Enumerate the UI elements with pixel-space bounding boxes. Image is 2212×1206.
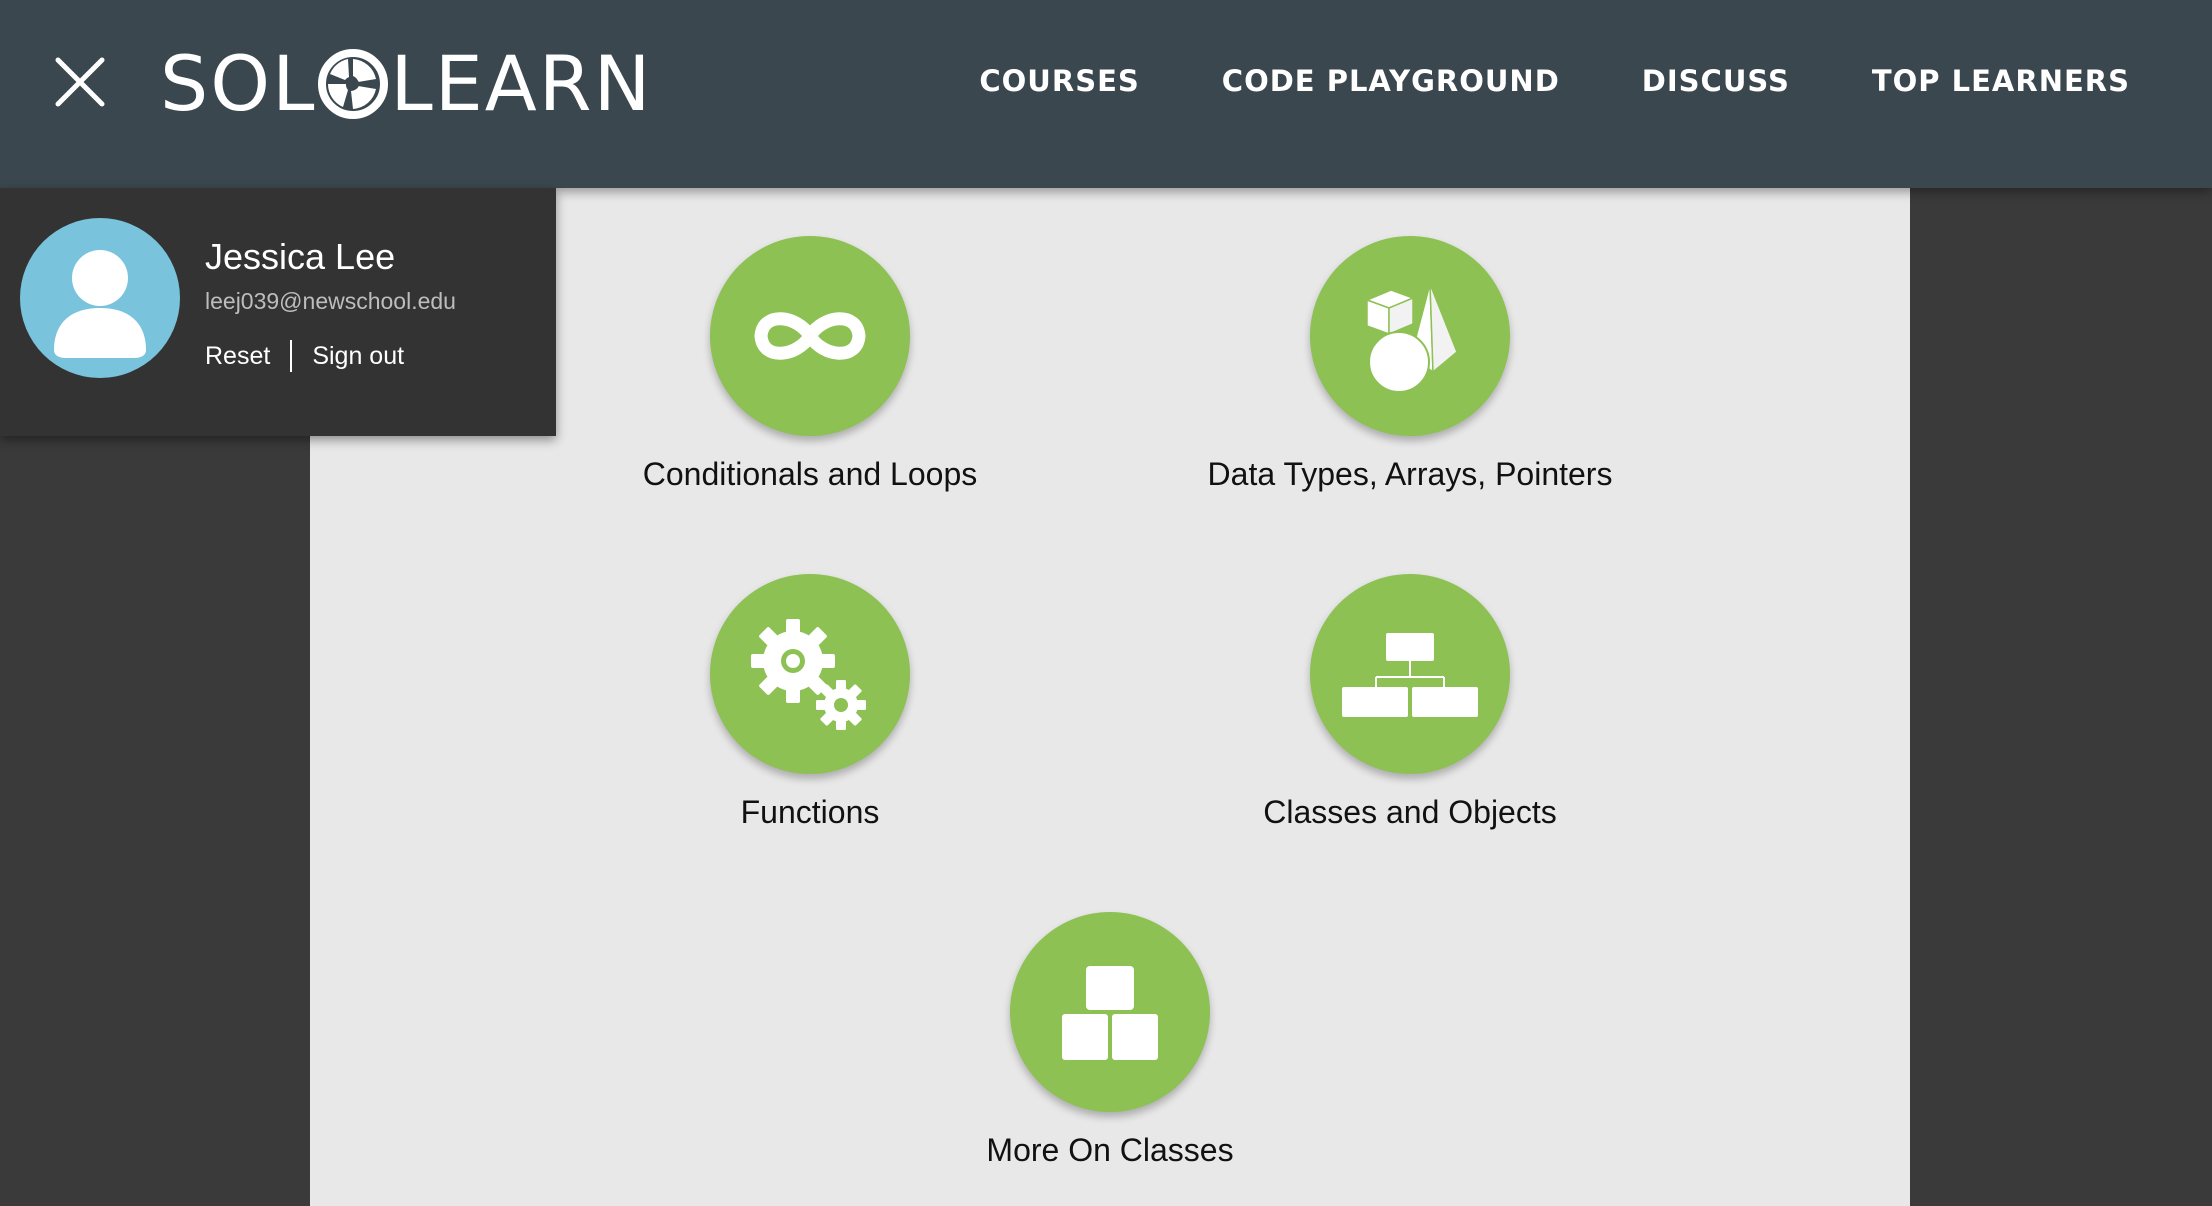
nav-code-playground[interactable]: CODE PLAYGROUND bbox=[1222, 64, 1560, 98]
module-circle[interactable] bbox=[1010, 912, 1210, 1112]
top-header: SOL LEARN COURSES CODE PLAYGROUND DISCUS… bbox=[0, 0, 2212, 188]
module-label: Functions bbox=[740, 794, 880, 830]
module-label: More On Classes bbox=[986, 1132, 1234, 1168]
profile-name: Jessica Lee bbox=[205, 236, 396, 277]
sololearn-logo[interactable]: SOL LEARN bbox=[160, 44, 652, 124]
shapes-icon bbox=[1364, 283, 1458, 393]
logo-text-left: SOL bbox=[160, 39, 317, 128]
profile-dropdown: Jessica Lee leej039@newschool.edu Reset … bbox=[0, 188, 556, 436]
module-circle[interactable] bbox=[1310, 236, 1510, 436]
profile-actions: Reset Sign out bbox=[205, 340, 404, 372]
profile-email: leej039@newschool.edu bbox=[205, 288, 456, 314]
nav-top-learners[interactable]: TOP LEARNERS bbox=[1872, 64, 2130, 98]
link-divider bbox=[290, 340, 293, 372]
module-label: Classes and Objects bbox=[1263, 794, 1557, 830]
user-silhouette-icon bbox=[54, 250, 146, 358]
blocks-icon bbox=[1062, 966, 1158, 1060]
reset-link[interactable]: Reset bbox=[205, 342, 270, 371]
hierarchy-icon bbox=[1342, 633, 1478, 717]
module-conditionals-and-loops[interactable]: Conditionals and Loops bbox=[560, 236, 1060, 493]
sign-out-link[interactable]: Sign out bbox=[312, 342, 404, 371]
close-icon[interactable] bbox=[50, 52, 110, 112]
module-label: Conditionals and Loops bbox=[642, 456, 978, 492]
logo-swirl-icon bbox=[318, 49, 389, 119]
nav-courses[interactable]: COURSES bbox=[979, 64, 1139, 98]
gears-icon bbox=[751, 619, 866, 730]
module-label: Data Types, Arrays, Pointers bbox=[1207, 456, 1613, 492]
module-data-types-arrays-pointers[interactable]: Data Types, Arrays, Pointers bbox=[1160, 236, 1660, 493]
module-classes-and-objects[interactable]: Classes and Objects bbox=[1160, 574, 1660, 831]
module-circle[interactable] bbox=[1310, 574, 1510, 774]
main-nav: COURSES CODE PLAYGROUND DISCUSS TOP LEAR… bbox=[979, 64, 2130, 98]
module-more-on-classes[interactable]: More On Classes bbox=[860, 912, 1360, 1169]
nav-discuss[interactable]: DISCUSS bbox=[1642, 64, 1790, 98]
avatar[interactable] bbox=[20, 218, 180, 378]
module-functions[interactable]: Functions bbox=[560, 574, 1060, 831]
logo-text-right: LEARN bbox=[390, 39, 653, 128]
infinity-icon bbox=[754, 312, 866, 360]
module-circle[interactable] bbox=[710, 574, 910, 774]
module-circle[interactable] bbox=[710, 236, 910, 436]
